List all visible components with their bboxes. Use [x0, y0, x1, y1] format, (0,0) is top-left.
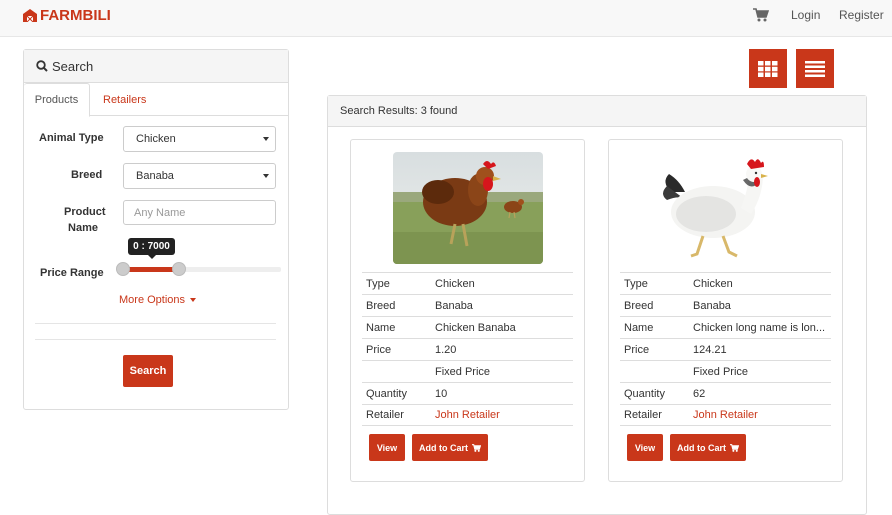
- caret-down-icon: [190, 298, 197, 302]
- tab-retailers[interactable]: Retailers: [103, 83, 146, 116]
- list-view-button[interactable]: [796, 49, 834, 88]
- type-value: Chicken: [693, 277, 733, 290]
- type-value: Chicken: [435, 277, 475, 290]
- breed-label: Breed: [71, 169, 103, 181]
- results-heading: Search Results: 3 found: [328, 96, 866, 127]
- search-panel-heading: Search: [24, 50, 288, 83]
- retailer-link[interactable]: John Retailer: [435, 409, 573, 421]
- product-name-input[interactable]: Any Name: [123, 200, 276, 225]
- price-range-tooltip: 0 : 7000: [128, 238, 175, 255]
- more-options-label: More Options: [119, 294, 186, 306]
- detail-row-price: Price 1.20: [362, 338, 573, 360]
- detail-row-price-type: Fixed Price: [620, 360, 831, 382]
- product-details: Type Chicken Breed Banaba Name Chicken Bana…: [362, 272, 573, 426]
- detail-row-retailer: Retailer John Retailer: [362, 404, 573, 426]
- name-value: Chicken Banaba: [435, 321, 516, 334]
- search-heading-label: Search: [52, 58, 94, 74]
- barn-icon: [23, 9, 37, 22]
- add-to-cart-button[interactable]: Add to Cart: [670, 434, 746, 461]
- price-type-value: Fixed Price: [435, 365, 491, 378]
- view-button[interactable]: View: [369, 434, 405, 461]
- animal-type-label: Animal Type: [39, 132, 104, 144]
- cart-icon: [472, 443, 481, 452]
- search-icon: [36, 60, 48, 72]
- detail-row-breed: Breed Banaba: [362, 294, 573, 316]
- breed-value: Banaba: [693, 299, 731, 312]
- add-to-cart-label: Add to Cart: [419, 442, 468, 453]
- add-to-cart-button[interactable]: Add to Cart: [412, 434, 488, 461]
- chevron-down-icon: [263, 174, 269, 178]
- detail-row-retailer: Retailer John Retailer: [620, 404, 831, 426]
- animal-type-value: Chicken: [136, 133, 176, 145]
- detail-row-quantity: Quantity 62: [620, 382, 831, 404]
- detail-row-name: Name Chicken long name is lon...: [620, 316, 831, 338]
- price-value: 124.21: [693, 343, 727, 356]
- grid-view-icon: [758, 60, 778, 77]
- name-value: Chicken long name is lon...: [693, 321, 826, 334]
- brand-logo[interactable]: FARMBILI: [23, 7, 111, 24]
- price-range-selection: [123, 267, 179, 272]
- detail-row-breed: Breed Banaba: [620, 294, 831, 316]
- product-card: Type Chicken Breed Banaba Name Chicken long…: [608, 139, 843, 482]
- white-hen-image: [651, 152, 801, 264]
- detail-row-price-type: Fixed Price: [362, 360, 573, 382]
- register-link[interactable]: Register: [839, 8, 884, 22]
- price-type-value: Fixed Price: [693, 365, 749, 378]
- detail-row-type: Type Chicken: [362, 272, 573, 294]
- navbar: FARMBILI Login Register: [0, 0, 892, 37]
- divider: [35, 323, 276, 324]
- brown-hen-image: [393, 152, 543, 264]
- price-value: 1.20: [435, 343, 457, 356]
- search-panel: Search Products Retailers Animal Type Ch…: [23, 49, 289, 410]
- tooltip-arrow: [148, 255, 156, 259]
- quantity-value: 62: [693, 387, 706, 400]
- price-range-max-handle[interactable]: [172, 262, 186, 276]
- login-link[interactable]: Login: [791, 8, 820, 22]
- detail-row-quantity: Quantity 10: [362, 382, 573, 404]
- quantity-value: 10: [435, 387, 448, 400]
- product-name-placeholder: Any Name: [134, 206, 186, 219]
- list-view-icon: [805, 60, 825, 77]
- breed-select[interactable]: Banaba: [123, 163, 276, 189]
- product-details: Type Chicken Breed Banaba Name Chicken long…: [620, 272, 831, 426]
- brand-name: FARMBILI: [40, 7, 111, 24]
- add-to-cart-label: Add to Cart: [677, 442, 726, 453]
- breed-value: Banaba: [136, 170, 174, 182]
- product-image[interactable]: [651, 152, 801, 264]
- divider: [35, 339, 276, 340]
- detail-row-type: Type Chicken: [620, 272, 831, 294]
- detail-row-price: Price 124.21: [620, 338, 831, 360]
- animal-type-select[interactable]: Chicken: [123, 126, 276, 152]
- cart-icon: [730, 443, 739, 452]
- grid-view-button[interactable]: [749, 49, 787, 88]
- detail-row-name: Name Chicken Banaba: [362, 316, 573, 338]
- price-range-min-handle[interactable]: [116, 262, 130, 276]
- product-image[interactable]: [393, 152, 543, 264]
- tab-products[interactable]: Products: [24, 83, 90, 117]
- view-button[interactable]: View: [627, 434, 663, 461]
- more-options-toggle[interactable]: More Options: [119, 294, 197, 306]
- price-range-label: Price Range: [40, 267, 104, 279]
- breed-value: Banaba: [435, 299, 473, 312]
- search-tabs: Products Retailers: [24, 83, 288, 117]
- cart-icon[interactable]: [753, 8, 769, 22]
- chevron-down-icon: [263, 137, 269, 141]
- search-button[interactable]: Search: [123, 355, 173, 387]
- product-name-label: Product Name: [64, 206, 106, 234]
- retailer-link[interactable]: John Retailer: [693, 409, 831, 421]
- results-panel: Search Results: 3 found Type Chicken Bre…: [327, 95, 867, 515]
- product-card: Type Chicken Breed Banaba Name Chicken Bana…: [350, 139, 585, 482]
